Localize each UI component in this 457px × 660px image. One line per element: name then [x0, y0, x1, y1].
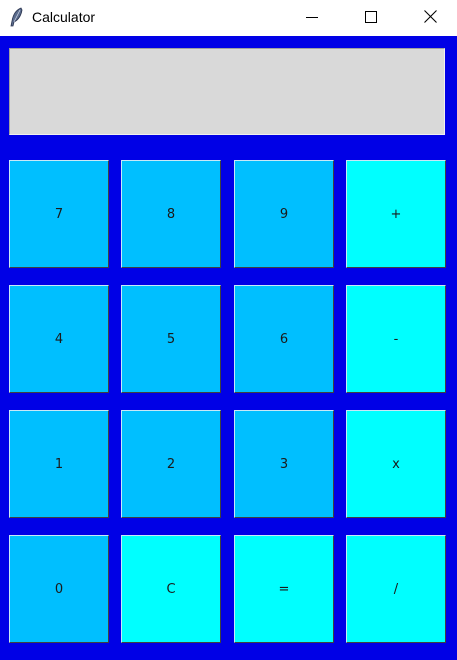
minimize-icon	[306, 8, 318, 27]
divide-button[interactable]: /	[346, 535, 446, 643]
key-1-button[interactable]: 1	[9, 410, 109, 518]
clear-button[interactable]: C	[121, 535, 221, 643]
feather-icon	[8, 7, 26, 27]
key-7-button[interactable]: 7	[9, 160, 109, 268]
add-button[interactable]: +	[346, 160, 446, 268]
equals-button[interactable]: =	[234, 535, 334, 643]
key-2-button[interactable]: 2	[121, 410, 221, 518]
calculator-body: 7 8 9 + 4 5 6 - 1 2 3 x 0 C = /	[0, 36, 457, 660]
window-title: Calculator	[32, 9, 96, 25]
calculator-window: Calculator 7 8 9 + 4 5 6 - 1 2 3 x 0 C =…	[0, 0, 457, 660]
close-icon	[423, 8, 437, 27]
result-display[interactable]	[9, 48, 445, 135]
key-3-button[interactable]: 3	[234, 410, 334, 518]
key-9-button[interactable]: 9	[234, 160, 334, 268]
multiply-button[interactable]: x	[346, 410, 446, 518]
key-5-button[interactable]: 5	[121, 285, 221, 393]
close-button[interactable]	[407, 0, 453, 35]
key-0-button[interactable]: 0	[9, 535, 109, 643]
key-4-button[interactable]: 4	[9, 285, 109, 393]
minimize-button[interactable]	[289, 0, 335, 35]
maximize-button[interactable]	[348, 0, 394, 35]
key-8-button[interactable]: 8	[121, 160, 221, 268]
maximize-icon	[365, 8, 377, 27]
title-bar[interactable]: Calculator	[0, 0, 457, 35]
key-6-button[interactable]: 6	[234, 285, 334, 393]
subtract-button[interactable]: -	[346, 285, 446, 393]
